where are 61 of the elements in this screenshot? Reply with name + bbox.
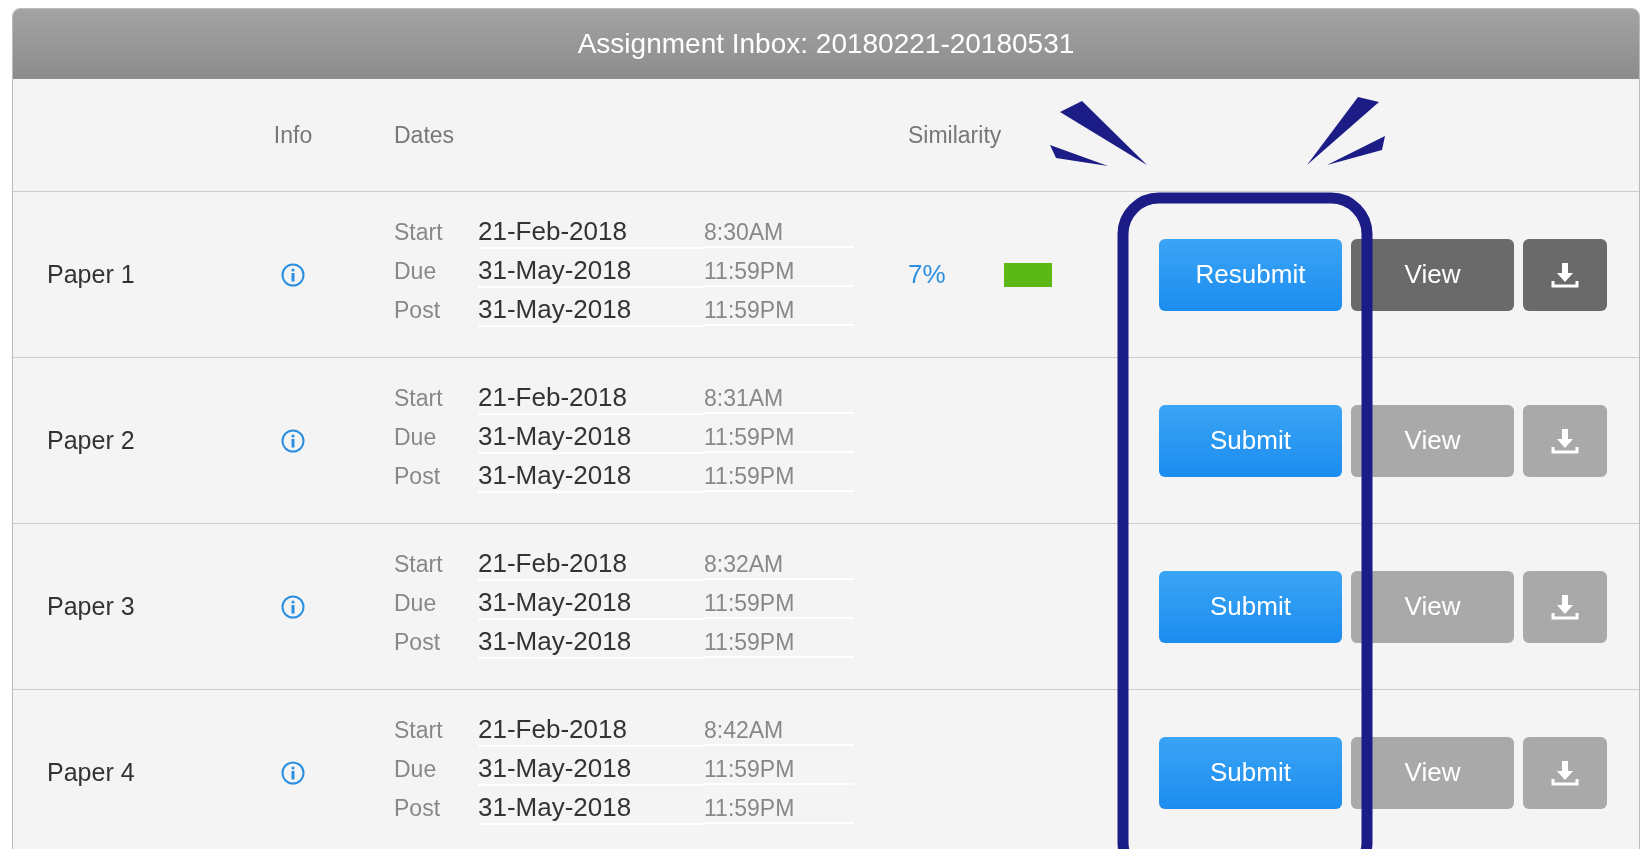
date-label: Post bbox=[394, 297, 442, 324]
submit-button[interactable]: Submit bbox=[1159, 736, 1342, 809]
date-value: 31-May-2018 bbox=[478, 255, 704, 288]
date-label: Start bbox=[394, 385, 444, 412]
view-button[interactable]: View bbox=[1351, 736, 1514, 809]
column-header: Similarity bbox=[908, 121, 1002, 149]
paper-title: Paper 2 bbox=[47, 426, 135, 454]
date-label: Start bbox=[394, 717, 444, 744]
date-label: Post bbox=[394, 629, 442, 656]
paper-title: Paper 4 bbox=[47, 758, 135, 786]
date-value: 31-May-2018 bbox=[478, 792, 704, 825]
paper-title: Paper 1 bbox=[47, 260, 135, 288]
download-button[interactable] bbox=[1523, 238, 1607, 311]
date-label: Due bbox=[394, 590, 438, 617]
date-value: 31-May-2018 bbox=[478, 294, 704, 327]
date-value: 31-May-2018 bbox=[478, 460, 704, 493]
date-label: Start bbox=[394, 219, 444, 246]
column-header: Dates bbox=[394, 121, 455, 148]
time-value: 8:30AM bbox=[704, 219, 854, 248]
time-value: 8:31AM bbox=[704, 385, 854, 414]
view-button[interactable]: View bbox=[1351, 404, 1514, 477]
date-label: Post bbox=[394, 795, 442, 822]
similarity-score[interactable]: 7% bbox=[908, 259, 1004, 290]
date-value: 21-Feb-2018 bbox=[478, 216, 704, 249]
date-label: Due bbox=[394, 258, 438, 285]
date-label: Due bbox=[394, 756, 438, 783]
time-value: 11:59PM bbox=[704, 424, 854, 453]
time-value: 8:32AM bbox=[704, 551, 854, 580]
info-icon[interactable] bbox=[281, 760, 305, 785]
download-button[interactable] bbox=[1523, 570, 1607, 643]
view-button[interactable]: View bbox=[1351, 570, 1514, 643]
date-label: Start bbox=[394, 551, 444, 578]
column-header: Info bbox=[273, 121, 313, 148]
submit-button[interactable]: Submit bbox=[1159, 570, 1342, 643]
time-value: 11:59PM bbox=[704, 258, 854, 287]
submit-button[interactable]: Submit bbox=[1159, 404, 1342, 477]
time-value: 11:59PM bbox=[704, 590, 854, 619]
paper-title: Paper 3 bbox=[47, 592, 135, 620]
time-value: 11:59PM bbox=[704, 756, 854, 785]
info-icon[interactable] bbox=[281, 594, 305, 619]
date-value: 21-Feb-2018 bbox=[478, 548, 704, 581]
download-button[interactable] bbox=[1523, 736, 1607, 809]
date-label: Due bbox=[394, 424, 438, 451]
submit-button[interactable]: Resubmit bbox=[1159, 238, 1342, 311]
date-value: 21-Feb-2018 bbox=[478, 382, 704, 415]
time-value: 11:59PM bbox=[704, 297, 854, 326]
inbox-title: Assignment Inbox: 20180221-20180531 bbox=[13, 9, 1639, 79]
info-icon[interactable] bbox=[281, 262, 305, 287]
download-button[interactable] bbox=[1523, 404, 1607, 477]
time-value: 8:42AM bbox=[704, 717, 854, 746]
date-value: 31-May-2018 bbox=[478, 421, 704, 454]
time-value: 11:59PM bbox=[704, 795, 854, 824]
date-value: 31-May-2018 bbox=[478, 587, 704, 620]
time-value: 11:59PM bbox=[704, 463, 854, 492]
date-value: 31-May-2018 bbox=[478, 753, 704, 786]
time-value: 11:59PM bbox=[704, 629, 854, 658]
date-value: 21-Feb-2018 bbox=[478, 714, 704, 747]
info-icon[interactable] bbox=[281, 428, 305, 453]
view-button[interactable]: View bbox=[1351, 238, 1514, 311]
date-value: 31-May-2018 bbox=[478, 626, 704, 659]
date-label: Post bbox=[394, 463, 442, 490]
